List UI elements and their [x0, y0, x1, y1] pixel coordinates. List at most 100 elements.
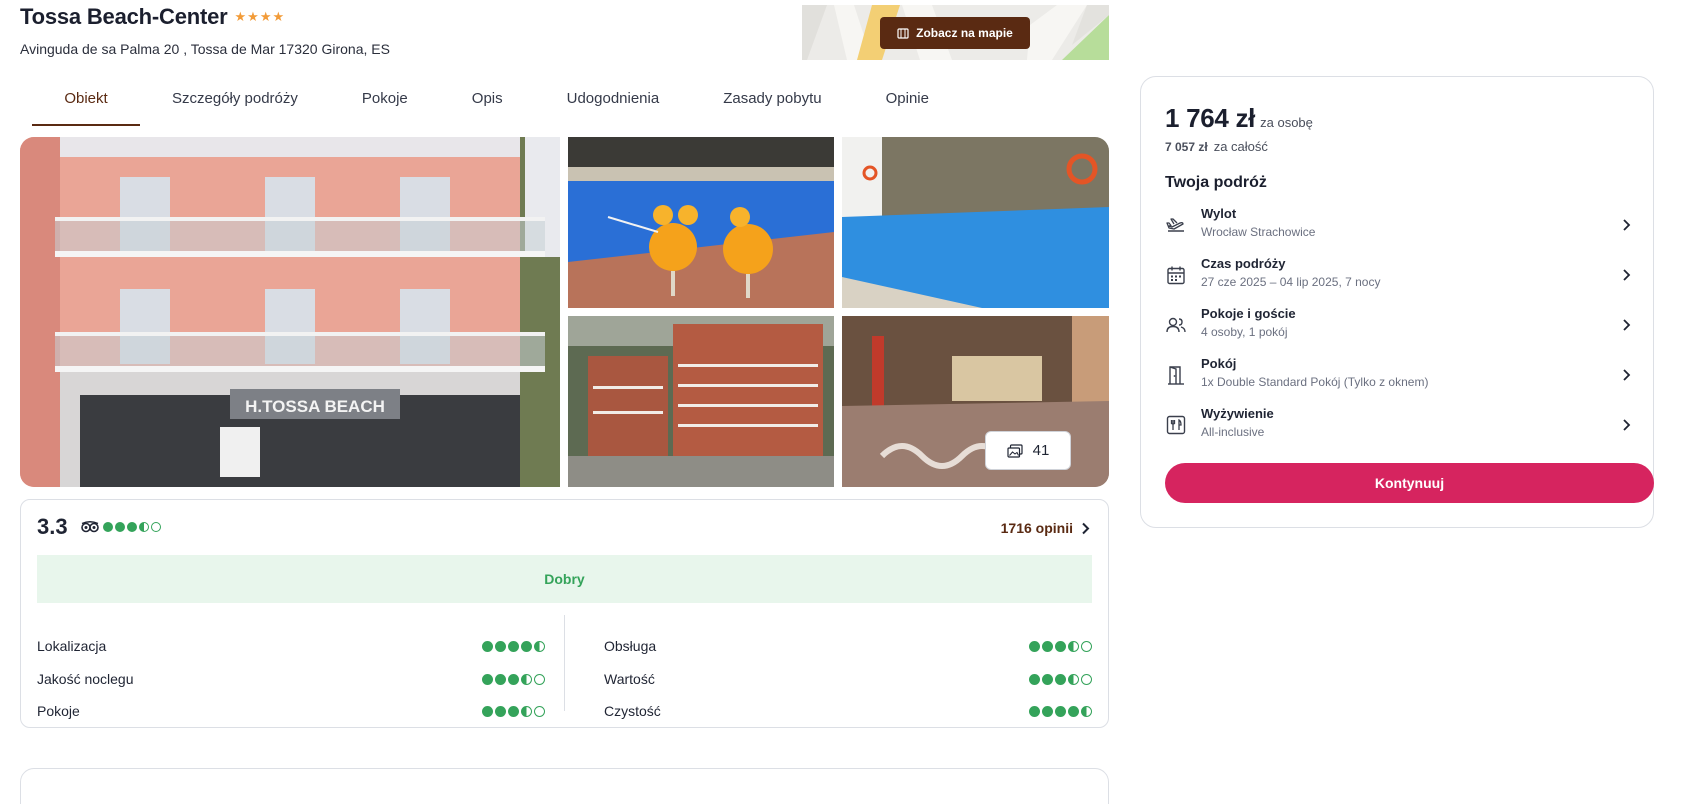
next-section-card	[20, 768, 1109, 804]
tab-trip-details[interactable]: Szczegóły podróży	[172, 78, 298, 126]
row-title: Pokój	[1201, 356, 1237, 371]
trip-row-room[interactable]: Pokój 1x Double Standard Pokój (Tylko z …	[1165, 356, 1631, 396]
rating-dot	[1068, 673, 1079, 685]
trip-row-dates[interactable]: Czas podróży 27 cze 2025 – 04 lip 2025, …	[1165, 256, 1631, 296]
price-unit: za osobę	[1260, 115, 1313, 130]
chevron-right-icon	[1623, 419, 1631, 431]
rating-dot	[495, 705, 506, 717]
chevron-right-icon	[1082, 522, 1090, 534]
rating-dot	[534, 705, 545, 717]
rating-dot	[1068, 640, 1079, 652]
swimming-pool-image	[842, 137, 1109, 308]
rating-dot	[1029, 673, 1040, 685]
criterion-location: Lokalizacja	[37, 636, 545, 656]
rating-dot	[1042, 705, 1053, 717]
chevron-right-icon	[1623, 369, 1631, 381]
show-all-photos-button[interactable]: 41	[985, 431, 1071, 470]
rating-dot	[508, 705, 519, 717]
trip-row-departure[interactable]: Wylot Wrocław Strachowice	[1165, 206, 1631, 246]
rating-dot	[115, 522, 125, 532]
criterion-dots	[1029, 705, 1092, 717]
gallery-icon	[1007, 443, 1023, 458]
rating-dot	[1081, 640, 1092, 652]
tab-rooms[interactable]: Pokoje	[362, 78, 408, 126]
criterion-label: Lokalizacja	[37, 638, 107, 654]
booking-summary-panel: 1 764 zł za osobę 7 057 zł za całość Two…	[1140, 76, 1654, 528]
criterion-label: Pokoje	[37, 703, 80, 719]
rating-dot	[482, 640, 493, 652]
rating-dot	[151, 522, 161, 532]
hotel-title: Tossa Beach-Center ★ ★ ★ ★	[20, 4, 284, 30]
rating-dot	[1029, 705, 1040, 717]
rating-dot	[127, 522, 137, 532]
hotel-address: Avinguda de sa Palma 20 , Tossa de Mar 1…	[20, 41, 390, 57]
all-reviews-link[interactable]: 1716 opinii	[1001, 520, 1090, 536]
show-on-map-label: Zobacz na mapie	[916, 26, 1013, 40]
photo-hotel-building[interactable]	[568, 316, 834, 487]
criterion-dots	[1029, 673, 1092, 685]
trip-row-board[interactable]: Wyżywienie All-inclusive	[1165, 406, 1631, 446]
photo-hotel-facade[interactable]: H.TOSSA BEACH	[20, 137, 560, 487]
row-title: Wylot	[1201, 206, 1237, 221]
tripadvisor-icon	[81, 521, 99, 533]
reviews-count: 1716 opinii	[1000, 520, 1073, 536]
row-title: Czas podróży	[1201, 256, 1286, 271]
hotel-name: Tossa Beach-Center	[20, 4, 228, 29]
tab-house-rules[interactable]: Zasady pobytu	[723, 78, 821, 126]
rating-dot	[1081, 673, 1092, 685]
hotel-sign-text: H.TOSSA BEACH	[245, 397, 385, 416]
criterion-rooms: Pokoje	[37, 701, 545, 721]
row-subtitle: Wrocław Strachowice	[1201, 225, 1316, 239]
plane-departure-icon	[1166, 218, 1184, 232]
total-unit: za całość	[1213, 139, 1268, 154]
rating-dot	[1042, 673, 1053, 685]
star-icon: ★	[272, 9, 285, 24]
users-icon	[1166, 317, 1186, 333]
star-icon: ★	[259, 9, 272, 24]
rating-dot	[521, 705, 532, 717]
row-subtitle: 1x Double Standard Pokój (Tylko z oknem)	[1201, 375, 1429, 389]
row-subtitle: All-inclusive	[1201, 425, 1265, 439]
rating-dot	[1042, 640, 1053, 652]
calendar-icon	[1167, 266, 1185, 285]
criterion-service: Obsługa	[604, 636, 1092, 656]
rating-dot	[508, 673, 519, 685]
trip-section-title: Twoja podróż	[1165, 174, 1267, 191]
rating-dot	[534, 640, 545, 652]
tab-description[interactable]: Opis	[472, 78, 503, 126]
photo-pool-drinks[interactable]	[568, 137, 834, 308]
tab-obiekt[interactable]: Obiekt	[32, 78, 140, 126]
cutlery-icon	[1166, 415, 1186, 435]
rating-dot	[534, 673, 545, 685]
star-icon: ★	[234, 9, 247, 24]
criterion-label: Czystość	[604, 703, 661, 719]
chevron-right-icon	[1623, 269, 1631, 281]
show-on-map-button[interactable]: Zobacz na mapie	[880, 17, 1030, 49]
continue-button[interactable]: Kontynuuj	[1165, 463, 1654, 503]
trip-row-rooms-guests[interactable]: Pokoje i goście 4 osoby, 1 pokój	[1165, 306, 1631, 346]
hotel-star-rating: ★ ★ ★ ★	[235, 9, 285, 25]
criterion-dots	[482, 640, 545, 652]
rating-dot	[521, 673, 532, 685]
tab-reviews[interactable]: Opinie	[886, 78, 929, 126]
rating-dot	[139, 522, 149, 532]
rating-dot	[495, 673, 506, 685]
chevron-right-icon	[1623, 219, 1631, 231]
criterion-label: Wartość	[604, 671, 655, 687]
photo-swimming-pool[interactable]	[842, 137, 1109, 308]
rating-dot	[1055, 640, 1066, 652]
criteria-divider	[564, 615, 565, 711]
price-per-person: 1 764 zł za osobę	[1165, 103, 1313, 134]
tab-amenities[interactable]: Udogodnienia	[567, 78, 660, 126]
criterion-label: Obsługa	[604, 638, 657, 654]
hotel-facade-image: H.TOSSA BEACH	[20, 137, 560, 487]
rating-dot	[482, 705, 493, 717]
rating-dot	[495, 640, 506, 652]
rating-dot	[1068, 705, 1079, 717]
tripadvisor-rating-dots	[103, 522, 161, 532]
criterion-dots	[482, 705, 545, 717]
rating-dot	[482, 673, 493, 685]
row-subtitle: 27 cze 2025 – 04 lip 2025, 7 nocy	[1201, 275, 1381, 289]
section-tabs: Obiekt Szczegóły podróży Pokoje Opis Udo…	[32, 78, 929, 126]
map-icon	[897, 28, 909, 39]
